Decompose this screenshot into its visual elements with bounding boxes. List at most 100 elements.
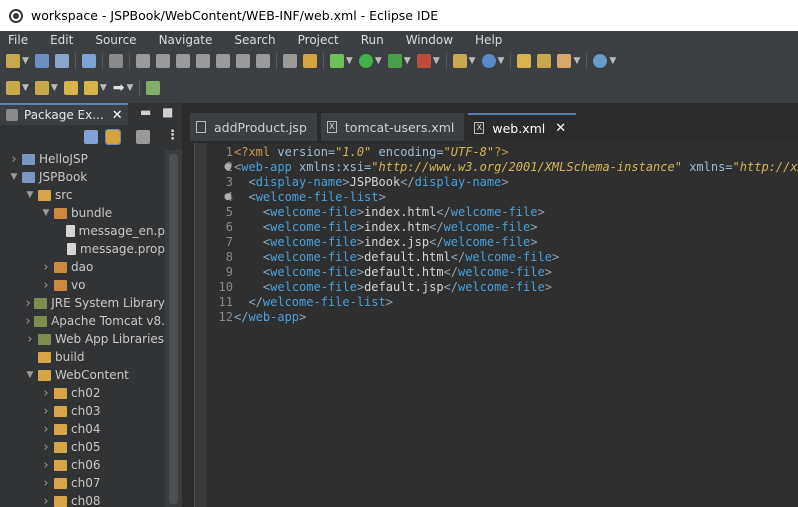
focus-on-active-task-icon[interactable] [136, 130, 150, 144]
tree-item[interactable]: ▼ WebContent [0, 366, 165, 384]
menu-window[interactable]: Window [406, 33, 453, 47]
save-all-icon[interactable] [54, 54, 69, 68]
tree-item[interactable]: message_en.p [0, 222, 165, 240]
new-java-class-icon[interactable] [481, 54, 496, 68]
chevron-right-icon[interactable]: › [40, 260, 52, 275]
tree-scrollbar[interactable] [165, 150, 182, 507]
menu-source[interactable]: Source [95, 33, 136, 47]
chevron-right-icon[interactable]: › [40, 422, 52, 437]
chevron-right-icon[interactable]: › [40, 440, 52, 455]
code-editor[interactable]: 1 <?xml version="1.0" encoding="UTF-8"?> 2… [194, 143, 798, 507]
code-line[interactable]: </welcome-file-list> [234, 295, 393, 309]
minimize-icon[interactable]: ▬ [140, 105, 151, 119]
code-line[interactable]: <welcome-file>default.html</welcome-file… [234, 250, 559, 264]
fold-toggle-icon[interactable]: ● [224, 192, 232, 202]
tree-item[interactable]: › vo [0, 276, 165, 294]
chevron-down-icon[interactable]: ▼ [469, 56, 476, 66]
view-menu-icon[interactable]: ⋮ [166, 128, 179, 143]
chevron-down-icon[interactable]: ▼ [346, 56, 353, 66]
disconnect-icon[interactable] [195, 54, 210, 68]
forward-icon[interactable]: ➡ [113, 80, 125, 96]
format-icon[interactable] [282, 54, 297, 68]
chevron-down-icon[interactable]: ▼ [22, 83, 29, 93]
step-into-icon[interactable] [215, 54, 230, 68]
chevron-right-icon[interactable]: › [40, 476, 52, 491]
chevron-right-icon[interactable]: › [24, 296, 32, 311]
chevron-right-icon[interactable]: › [40, 386, 52, 401]
web-browser-icon[interactable] [593, 54, 608, 68]
chevron-down-icon[interactable]: ▼ [8, 172, 20, 182]
code-line[interactable]: <welcome-file-list> [234, 190, 385, 204]
tree-item[interactable]: › ch08 [0, 492, 165, 507]
save-icon[interactable] [34, 54, 49, 68]
chevron-right-icon[interactable]: › [24, 332, 36, 347]
chevron-right-icon[interactable]: › [40, 278, 52, 293]
chevron-right-icon[interactable]: › [24, 314, 32, 329]
chevron-down-icon[interactable]: ▼ [498, 56, 505, 66]
pin-editor-icon[interactable] [146, 81, 161, 95]
new-server-icon[interactable] [452, 54, 467, 68]
menu-edit[interactable]: Edit [50, 33, 73, 47]
menu-search[interactable]: Search [234, 33, 275, 47]
tree-item[interactable]: › dao [0, 258, 165, 276]
tree-item[interactable]: › ch05 [0, 438, 165, 456]
fold-toggle-icon[interactable]: ● [224, 162, 232, 172]
chevron-right-icon[interactable]: › [40, 404, 52, 419]
tree-item[interactable]: › HelloJSP [0, 150, 165, 168]
chevron-down-icon[interactable]: ▼ [404, 56, 411, 66]
tree-item[interactable]: › ch02 [0, 384, 165, 402]
tree-item[interactable]: › ch07 [0, 474, 165, 492]
maximize-icon[interactable]: ■ [162, 105, 173, 119]
code-line[interactable]: </web-app> [234, 310, 306, 324]
close-icon[interactable]: ✕ [112, 108, 123, 123]
skip-breakpoints-icon[interactable] [108, 54, 123, 68]
chevron-down-icon[interactable]: ▼ [24, 190, 36, 200]
code-line[interactable]: <welcome-file>index.jsp</welcome-file> [234, 235, 538, 249]
chevron-down-icon[interactable]: ▼ [127, 83, 134, 93]
highlight-icon[interactable] [557, 54, 572, 68]
chevron-down-icon[interactable]: ▼ [375, 56, 382, 66]
resume-icon[interactable] [135, 54, 150, 68]
suspend-icon[interactable] [155, 54, 170, 68]
tree-item[interactable]: › Apache Tomcat v8. [0, 312, 165, 330]
code-line[interactable]: <display-name>JSPBook</display-name> [234, 175, 508, 189]
tab-web-xml[interactable]: X web.xml ✕ [468, 113, 577, 141]
chevron-down-icon[interactable]: ▼ [100, 83, 107, 93]
code-line[interactable]: <welcome-file>index.html</welcome-file> [234, 205, 545, 219]
run-server-icon[interactable] [387, 54, 402, 68]
chevron-down-icon[interactable]: ▼ [51, 83, 58, 93]
chevron-right-icon[interactable]: › [8, 152, 20, 167]
open-type-icon[interactable] [517, 54, 532, 68]
tree-item[interactable]: ▼ bundle [0, 204, 165, 222]
menu-file[interactable]: File [8, 33, 28, 47]
code-line[interactable]: <welcome-file>index.htm</welcome-file> [234, 220, 538, 234]
step-return-icon[interactable] [255, 54, 270, 68]
tree-item[interactable]: › ch04 [0, 420, 165, 438]
menu-help[interactable]: Help [475, 33, 502, 47]
tree-item[interactable]: message.prop [0, 240, 165, 258]
collapse-all-icon[interactable] [84, 130, 98, 144]
tab-tomcat-users-xml[interactable]: X tomcat-users.xml [320, 113, 465, 141]
chevron-right-icon[interactable]: › [40, 458, 52, 473]
close-icon[interactable]: ✕ [555, 121, 566, 136]
debug-icon[interactable] [329, 54, 344, 68]
scrollbar-thumb[interactable] [169, 154, 178, 504]
toggle-mark-icon[interactable] [302, 54, 317, 68]
new-icon[interactable] [6, 54, 20, 68]
code-line[interactable]: <web-app xmlns:xsi="http://www.w3.org/20… [234, 160, 798, 174]
terminal-icon[interactable] [81, 54, 96, 68]
code-line[interactable]: <welcome-file>default.jsp</welcome-file> [234, 280, 552, 294]
chevron-down-icon[interactable]: ▼ [573, 56, 580, 66]
menu-project[interactable]: Project [298, 33, 339, 47]
tree-item[interactable]: ▼ src [0, 186, 165, 204]
menu-run[interactable]: Run [361, 33, 384, 47]
open-task-icon[interactable] [537, 54, 552, 68]
terminate-icon[interactable] [175, 54, 190, 68]
tree-item[interactable]: ▼ JSPBook [0, 168, 165, 186]
tree-item[interactable]: › JRE System Library [0, 294, 166, 312]
tab-addproduct-jsp[interactable]: addProduct.jsp [190, 113, 317, 141]
next-annotation-icon[interactable] [6, 81, 20, 95]
link-with-editor-icon[interactable] [105, 129, 121, 145]
run-icon[interactable] [358, 54, 373, 68]
chevron-down-icon[interactable]: ▼ [40, 208, 52, 218]
